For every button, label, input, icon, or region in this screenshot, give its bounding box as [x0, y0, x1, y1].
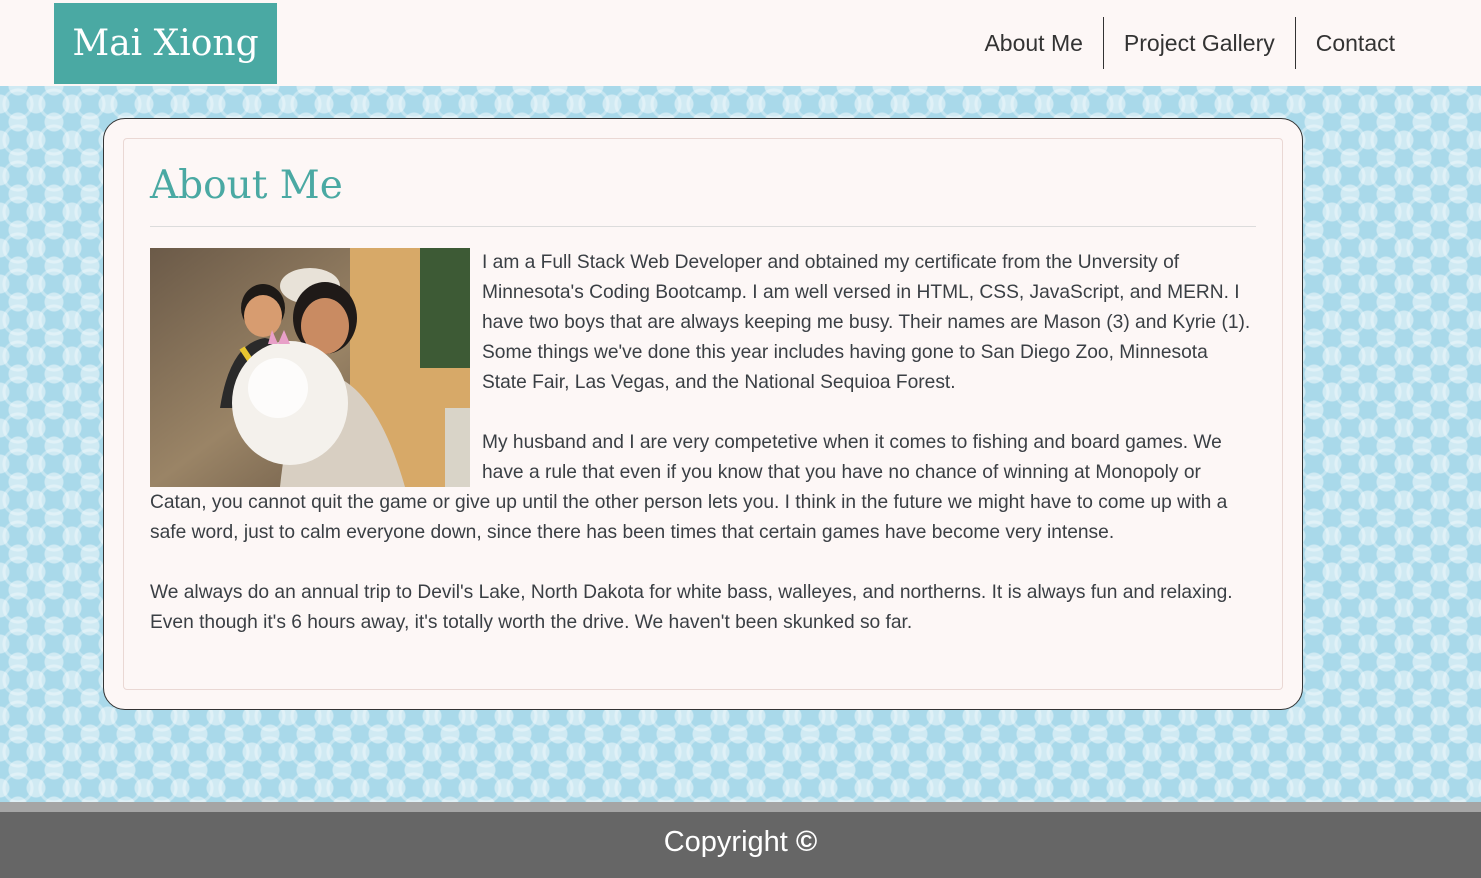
about-card-inner: About Me I am a Full Stack Web Developer…	[123, 138, 1283, 690]
main-nav: About Me Project Gallery Contact	[964, 17, 1415, 69]
copyright-icon: ©	[795, 826, 818, 858]
site-header: Mai Xiong About Me Project Gallery Conta…	[0, 0, 1481, 86]
about-text: I am a Full Stack Web Developer and obta…	[150, 248, 1256, 638]
nav-project-gallery[interactable]: Project Gallery	[1102, 17, 1295, 69]
copyright-label: Copyright	[663, 826, 788, 858]
about-heading: About Me	[150, 163, 1256, 227]
nav-contact[interactable]: Contact	[1294, 17, 1415, 69]
about-card: About Me I am a Full Stack Web Developer…	[103, 118, 1303, 710]
copyright-text: Copyright ©	[0, 826, 1481, 859]
nav-about-me[interactable]: About Me	[964, 17, 1102, 69]
site-footer: Copyright ©	[0, 802, 1481, 878]
brand-logo[interactable]: Mai Xiong	[54, 3, 277, 84]
profile-photo	[150, 248, 470, 487]
about-paragraph-3: We always do an annual trip to Devil's L…	[150, 582, 1233, 633]
